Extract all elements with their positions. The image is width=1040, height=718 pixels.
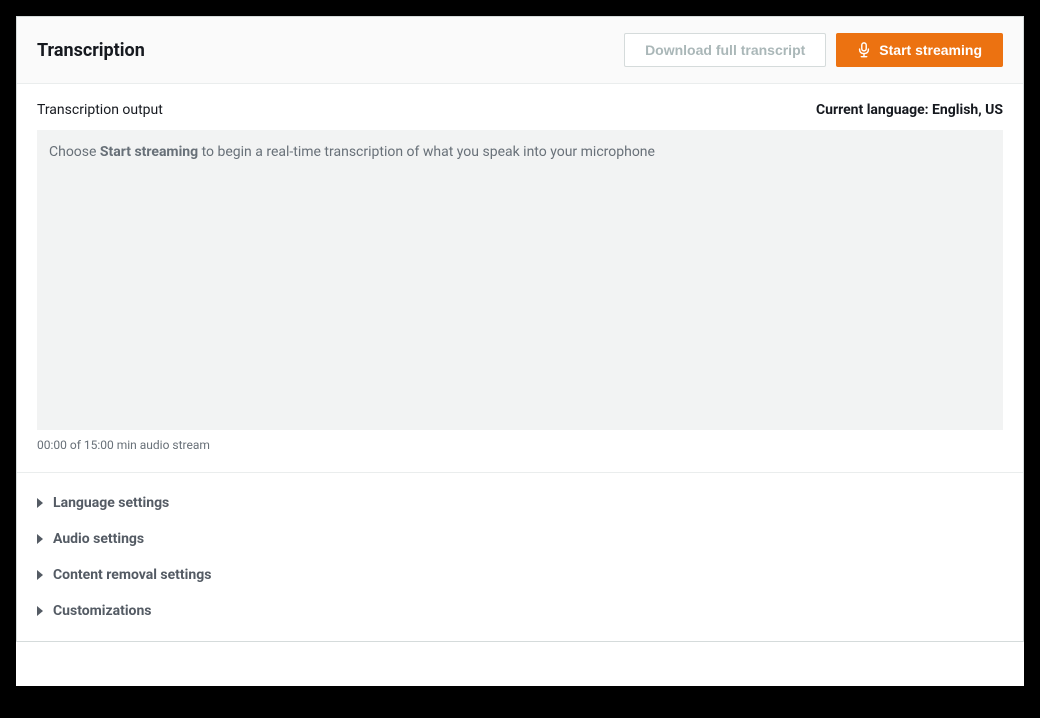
section-label: Customizations [53, 603, 151, 619]
section-label: Language settings [53, 495, 169, 511]
customizations-section[interactable]: Customizations [37, 593, 1003, 629]
transcription-panel: Transcription Download full transcript S… [16, 16, 1024, 642]
caret-right-icon [37, 570, 43, 580]
caret-right-icon [37, 498, 43, 508]
audio-settings-section[interactable]: Audio settings [37, 521, 1003, 557]
start-streaming-label: Start streaming [879, 40, 982, 60]
transcription-output-box: Choose Start streaming to begin a real-t… [37, 130, 1003, 430]
start-streaming-button[interactable]: Start streaming [836, 33, 1003, 67]
caret-right-icon [37, 606, 43, 616]
panel-title: Transcription [37, 40, 145, 61]
caret-right-icon [37, 534, 43, 544]
panel-body: Transcription output Current language: E… [17, 84, 1023, 472]
header-actions: Download full transcript Start streaming [624, 33, 1003, 67]
content-removal-settings-section[interactable]: Content removal settings [37, 557, 1003, 593]
microphone-icon [857, 42, 871, 58]
current-language-label: Current language: English, US [816, 102, 1003, 118]
output-label: Transcription output [37, 102, 163, 118]
audio-stream-timer: 00:00 of 15:00 min audio stream [37, 438, 1003, 452]
settings-sections: Language settings Audio settings Content… [17, 473, 1023, 641]
output-header: Transcription output Current language: E… [37, 102, 1003, 118]
placeholder-strong: Start streaming [100, 144, 198, 160]
placeholder-prefix: Choose [49, 144, 100, 160]
section-label: Content removal settings [53, 567, 211, 583]
download-transcript-button[interactable]: Download full transcript [624, 33, 826, 67]
section-label: Audio settings [53, 531, 144, 547]
placeholder-suffix: to begin a real-time transcription of wh… [198, 144, 655, 160]
language-settings-section[interactable]: Language settings [37, 485, 1003, 521]
panel-header: Transcription Download full transcript S… [17, 17, 1023, 84]
